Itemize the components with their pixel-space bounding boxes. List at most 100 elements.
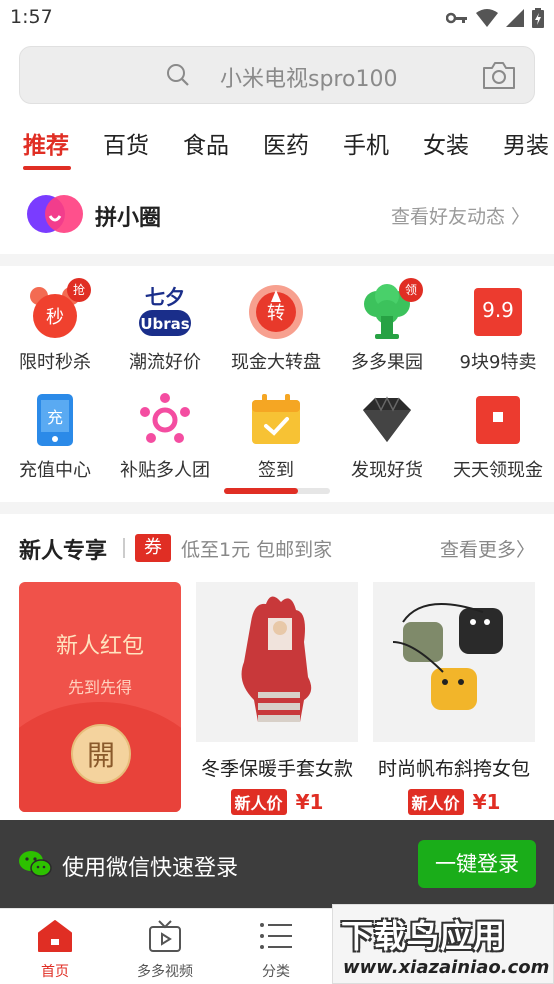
alarm-clock-icon: 秒 抢 — [27, 278, 91, 340]
svg-text:9.9: 9.9 — [482, 298, 514, 322]
group-icon — [137, 392, 193, 448]
grid-group-subsidy[interactable]: 补贴多人团 — [110, 392, 220, 482]
section-divider — [0, 502, 554, 514]
new-user-price-tag: 新人价 — [230, 789, 287, 815]
list-icon — [260, 923, 292, 949]
site-watermark: 下载鸟应用 www.xiazainiao.com — [332, 904, 554, 984]
ubras-logo-icon: 七夕 Ubras — [137, 284, 193, 340]
camera-icon[interactable] — [482, 59, 516, 91]
grab-badge: 抢 — [67, 278, 91, 302]
status-icons — [446, 8, 544, 28]
wechat-icon — [19, 851, 52, 877]
phone-recharge-icon: 充 — [27, 392, 83, 448]
grid-cash-wheel[interactable]: 转 现金大转盘 — [221, 284, 331, 374]
watermark-title: 下载鸟应用 — [341, 917, 507, 955]
grid-label: 潮流好价 — [129, 352, 201, 373]
nav-categories[interactable]: 分类 — [221, 919, 331, 981]
search-icon — [167, 64, 189, 86]
tab-recommend[interactable]: 推荐 — [23, 126, 69, 160]
grid-daily-cash[interactable]: 天天领现金 — [443, 392, 553, 482]
grid-flash-sale[interactable]: 秒 抢 限时秒杀 — [0, 278, 110, 374]
grid-label: 多多果园 — [351, 352, 423, 373]
new-user-title: 新人专享 — [19, 539, 108, 564]
new-user-subtitle: 低至1元 包邮到家 — [181, 539, 333, 561]
svg-text:Ubras: Ubras — [140, 315, 189, 333]
header-divider — [123, 538, 125, 558]
tab-phones[interactable]: 手机 — [343, 126, 389, 160]
friend-circle-logo-icon — [27, 195, 83, 233]
signal-icon — [506, 9, 524, 27]
grid-label: 签到 — [258, 460, 294, 481]
battery-icon — [532, 8, 544, 28]
tab-general-goods[interactable]: 百货 — [103, 126, 149, 160]
product-card[interactable]: 时尚帆布斜挎女包 新人价 ¥1 — [373, 582, 535, 815]
new-user-price-tag: 新人价 — [407, 789, 464, 815]
friend-circle-row[interactable]: 拼小圈 查看好友动态 〉 — [0, 190, 554, 240]
svg-text:秒: 秒 — [46, 307, 64, 328]
product-card[interactable]: 冬季保暖手套女款 新人价 ¥1 — [196, 582, 358, 815]
wheel-icon: 转 — [248, 284, 304, 340]
product-name: 时尚帆布斜挎女包 — [377, 758, 530, 780]
grid-scroll-indicator — [224, 488, 330, 494]
search-input[interactable]: 小米电视spro100 — [220, 61, 397, 93]
nav-label: 多多视频 — [137, 964, 193, 980]
grid-orchard[interactable]: 领 多多果园 — [332, 278, 442, 374]
grid-discover-goods[interactable]: 发现好货 — [332, 392, 442, 482]
key-icon — [446, 12, 467, 24]
grid-label: 天天领现金 — [453, 460, 543, 481]
friend-activity-link[interactable]: 查看好友动态 〉 — [391, 202, 530, 229]
new-user-header: 新人专享 券 低至1元 包邮到家 查看更多〉 — [19, 530, 535, 566]
new-user-red-packet[interactable]: 新人红包 先到先得 開 — [19, 582, 181, 812]
price-row: 新人价 ¥1 — [196, 789, 358, 815]
product-name: 冬季保暖手套女款 — [200, 758, 353, 780]
active-tab-indicator — [23, 166, 71, 170]
grid-label: 9块9特卖 — [459, 352, 537, 373]
nav-home[interactable]: 首页 — [0, 919, 110, 981]
tab-medicine[interactable]: 医药 — [263, 126, 309, 160]
grid-label: 发现好货 — [351, 460, 423, 481]
tab-mens-clothing[interactable]: 男装 — [503, 126, 549, 160]
tree-icon: 领 — [359, 278, 423, 340]
calendar-check-icon — [248, 392, 304, 448]
product-price: ¥1 — [295, 790, 324, 814]
status-bar: 1:57 — [0, 0, 554, 38]
grid-9-9-sale[interactable]: 9.9 9块9特卖 — [443, 284, 553, 374]
coupon-badge: 券 — [135, 534, 171, 562]
diamond-icon — [359, 392, 415, 448]
see-more-link[interactable]: 查看更多〉 — [440, 535, 535, 562]
product-price: ¥1 — [472, 790, 501, 814]
search-bar[interactable]: 小米电视spro100 — [19, 46, 535, 104]
friend-circle-title: 拼小圈 — [95, 206, 162, 231]
price-row: 新人价 ¥1 — [373, 789, 535, 815]
tab-womens-clothing[interactable]: 女装 — [423, 126, 469, 160]
watermark-url: www.xiazainiao.com — [343, 957, 550, 978]
bags-image — [373, 582, 535, 742]
tab-food[interactable]: 食品 — [183, 126, 229, 160]
home-icon — [38, 920, 72, 952]
nav-label: 首页 — [41, 964, 69, 980]
open-coin-button[interactable]: 開 — [71, 724, 131, 784]
wifi-icon — [476, 9, 498, 27]
grid-trendy-deals[interactable]: 七夕 Ubras 潮流好价 — [110, 284, 220, 374]
red-envelope-icon — [470, 392, 526, 448]
red-packet-title: 新人红包 — [55, 634, 144, 659]
grid-check-in[interactable]: 签到 — [221, 392, 331, 482]
nav-video[interactable]: 多多视频 — [110, 919, 220, 981]
grid-recharge-center[interactable]: 充 充值中心 — [0, 392, 110, 482]
grid-label: 限时秒杀 — [19, 352, 91, 373]
grid-label: 充值中心 — [19, 460, 91, 481]
grid-label: 现金大转盘 — [231, 352, 321, 373]
red-packet-subtitle: 先到先得 — [67, 678, 132, 697]
nav-label: 分类 — [262, 964, 290, 980]
svg-text:转: 转 — [267, 303, 285, 324]
tv-icon — [149, 920, 181, 952]
one-click-login-button[interactable]: 一键登录 — [418, 840, 536, 888]
svg-text:充: 充 — [47, 408, 63, 427]
svg-text:七夕: 七夕 — [145, 285, 185, 309]
status-time: 1:57 — [10, 6, 53, 28]
sale-icon: 9.9 — [470, 284, 526, 340]
grid-label: 补贴多人团 — [120, 460, 210, 481]
section-divider — [0, 254, 554, 266]
wechat-login-text: 使用微信快速登录 — [62, 856, 239, 881]
gloves-image — [196, 582, 358, 742]
